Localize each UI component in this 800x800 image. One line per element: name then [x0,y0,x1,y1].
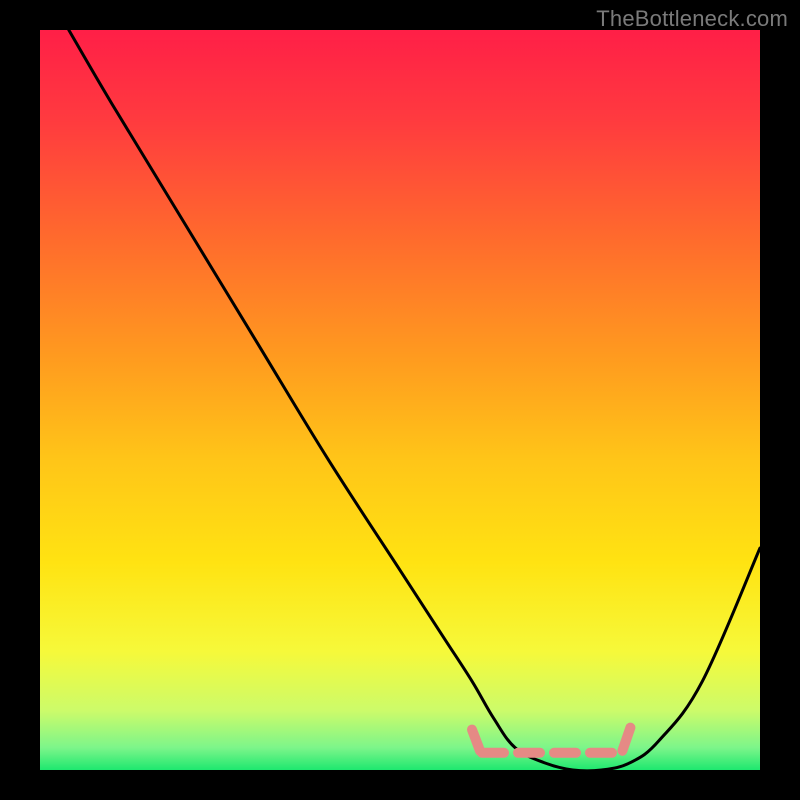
watermark-text: TheBottleneck.com [596,6,788,32]
chart-svg [40,30,760,770]
plot-area [40,30,760,770]
chart-frame: TheBottleneck.com [0,0,800,800]
